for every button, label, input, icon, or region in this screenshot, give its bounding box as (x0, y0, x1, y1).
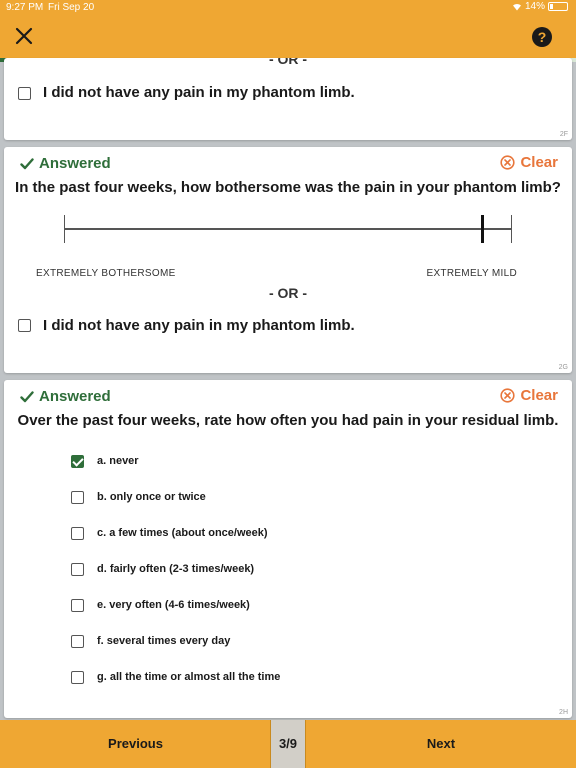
answered-label: Answered (39, 155, 111, 172)
option-b[interactable]: b. only once or twice (64, 487, 504, 509)
option-checkbox[interactable] (71, 599, 84, 612)
option-c[interactable]: c. a few times (about once/week) (64, 523, 504, 545)
or-separator: - OR - (268, 58, 308, 67)
answered-status: Answered (20, 388, 111, 405)
status-bar: 9:27 PM Fri Sep 20 14% (0, 0, 576, 15)
clear-x-circle-icon (500, 155, 516, 170)
bottom-bar: Previous 3/9 Next (0, 720, 576, 768)
option-label: f. several times every day (97, 635, 231, 647)
checkmark-icon (20, 390, 34, 402)
question-text: Over the past four weeks, rate how often… (17, 412, 559, 429)
wifi-icon (512, 3, 521, 11)
or-separator: - OR - (268, 285, 308, 301)
option-e[interactable]: e. very often (4-6 times/week) (64, 595, 504, 617)
clear-button[interactable]: Clear (500, 154, 558, 171)
clear-label: Clear (520, 154, 558, 171)
question-card-2g: Answered Clear In the past four weeks, h… (4, 147, 572, 373)
status-date: Fri Sep 20 (48, 2, 95, 13)
question-card-2f: - OR - I did not have any pain in my pha… (4, 58, 572, 140)
clear-button[interactable]: Clear (500, 387, 558, 404)
option-checkbox[interactable] (71, 491, 84, 504)
slider-right-label: EXTREMELY MILD (426, 268, 517, 279)
slider-thumb[interactable] (481, 215, 484, 243)
option-label: g. all the time or almost all the time (97, 671, 281, 683)
help-icon[interactable]: ? (532, 27, 552, 47)
option-label: e. very often (4-6 times/week) (97, 599, 250, 611)
bothersome-slider[interactable] (64, 215, 512, 243)
option-checkbox[interactable] (71, 563, 84, 576)
option-checkbox[interactable] (71, 671, 84, 684)
answered-status: Answered (20, 155, 111, 172)
next-button[interactable]: Next (306, 720, 576, 768)
option-label: d. fairly often (2-3 times/week) (97, 563, 255, 575)
battery-percent: 14% (524, 1, 545, 12)
option-a[interactable]: a. never (64, 451, 504, 473)
answered-label: Answered (39, 388, 111, 405)
status-time: 9:27 PM (6, 2, 44, 13)
option-f[interactable]: f. several times every day (64, 631, 504, 653)
no-pain-checkbox[interactable] (18, 87, 31, 100)
question-text: In the past four weeks, how bothersome w… (15, 179, 561, 196)
option-g[interactable]: g. all the time or almost all the time (64, 667, 504, 689)
slider-right-end (511, 215, 512, 243)
card-code: 2H (559, 709, 568, 716)
option-d[interactable]: d. fairly often (2-3 times/week) (64, 559, 504, 581)
no-pain-checkbox[interactable] (18, 319, 31, 332)
option-label: c. a few times (about once/week) (97, 527, 268, 539)
option-checkbox[interactable] (71, 455, 84, 468)
slider-track (64, 228, 512, 230)
clear-x-circle-icon (500, 388, 516, 403)
page-indicator: 3/9 (271, 720, 305, 768)
question-card-2h: Answered Clear Over the past four weeks,… (4, 380, 572, 718)
slider-left-end (64, 215, 65, 243)
slider-left-label: EXTREMELY BOTHERSOME (36, 268, 176, 279)
no-pain-label: I did not have any pain in my phantom li… (43, 84, 355, 101)
battery-icon (548, 2, 568, 11)
clear-label: Clear (520, 387, 558, 404)
card-code: 2F (559, 131, 568, 138)
option-checkbox[interactable] (71, 635, 84, 648)
close-icon[interactable] (14, 26, 34, 46)
previous-button[interactable]: Previous (0, 720, 271, 768)
status-right: 14% (512, 1, 568, 12)
nav-bar: ? (0, 15, 576, 58)
option-label: b. only once or twice (97, 491, 206, 503)
checkmark-icon (20, 157, 34, 169)
card-code: 2G (558, 364, 568, 371)
option-checkbox[interactable] (71, 527, 84, 540)
no-pain-label: I did not have any pain in my phantom li… (43, 317, 355, 334)
option-label: a. never (97, 455, 139, 467)
